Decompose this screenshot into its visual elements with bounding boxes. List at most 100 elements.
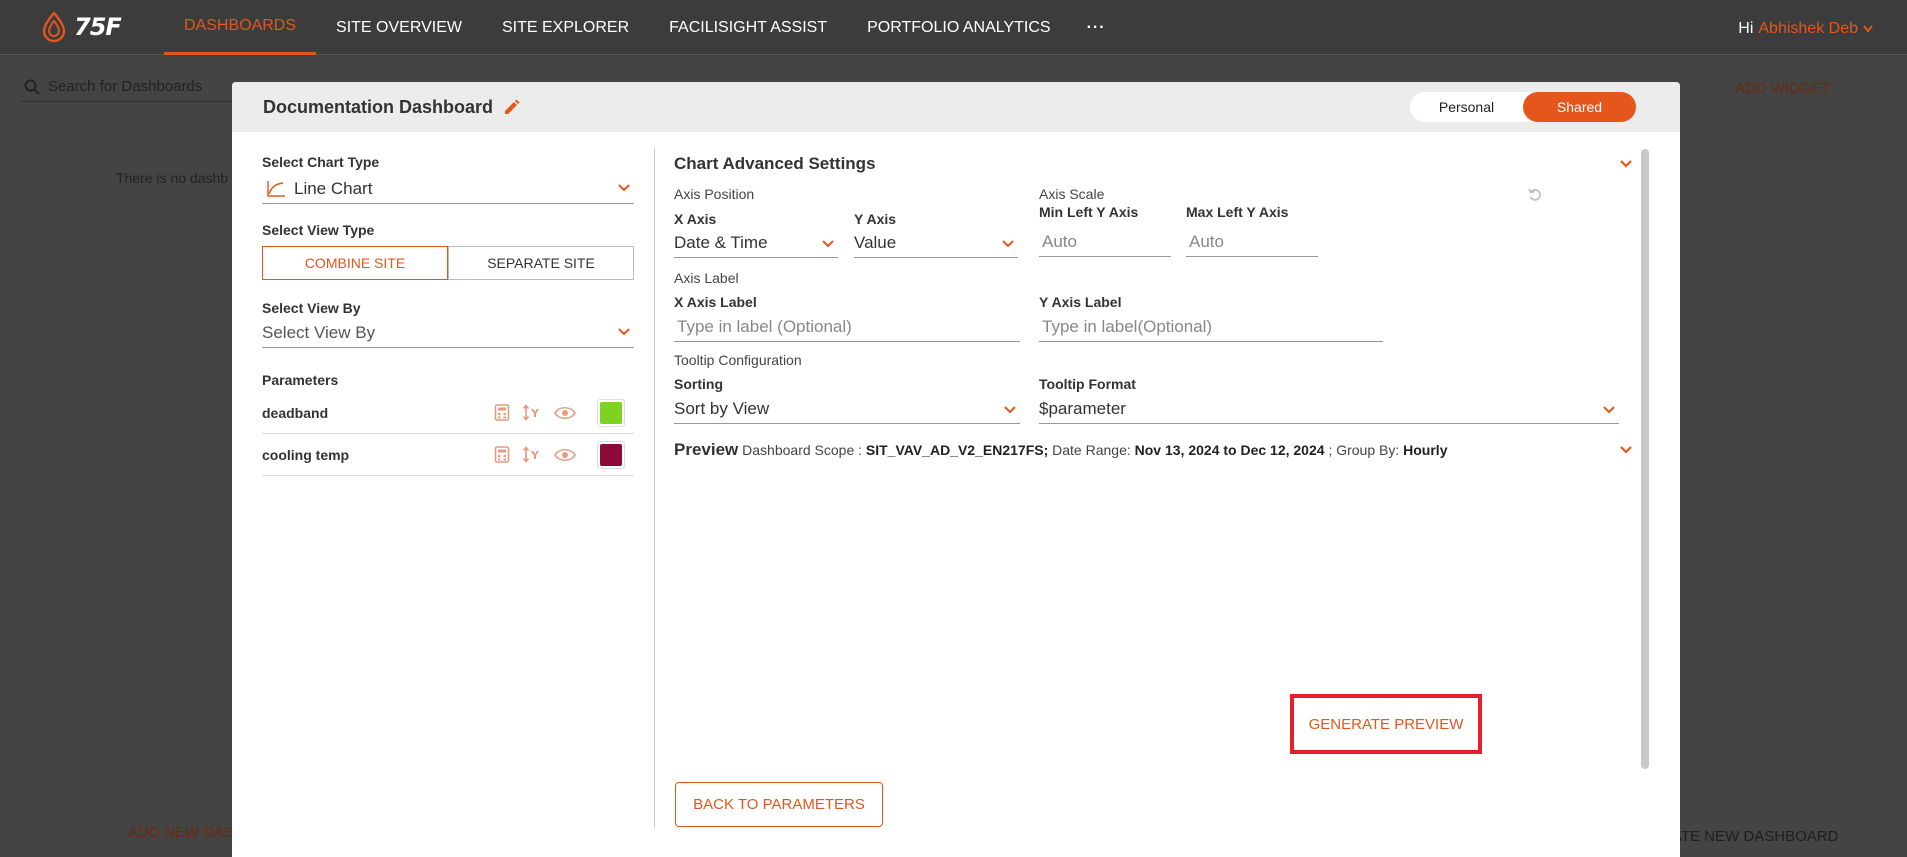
- preview-separator: ;: [1328, 442, 1333, 458]
- max-left-y-label: Max Left Y Axis: [1186, 204, 1289, 220]
- parameter-row: cooling temp Y: [262, 434, 634, 476]
- bg-search-placeholder: Search for Dashboards: [48, 78, 203, 95]
- nav-more-icon[interactable]: ···: [1071, 0, 1122, 55]
- chart-type-label: Select Chart Type: [262, 154, 380, 170]
- nav-portfolio-analytics[interactable]: PORTFOLIO ANALYTICS: [847, 0, 1070, 55]
- nav-menu: DASHBOARDS SITE OVERVIEW SITE EXPLORER F…: [164, 0, 1122, 55]
- user-menu[interactable]: Hi Abhishek Deb: [1738, 20, 1873, 38]
- y-axis-label: Y Axis: [854, 211, 897, 227]
- chevron-down-icon: [618, 328, 630, 336]
- x-axis-label: X Axis: [674, 211, 717, 227]
- svg-text:Y: Y: [530, 407, 540, 420]
- chevron-down-icon: [1004, 406, 1016, 414]
- y-axis-swap-icon[interactable]: Y: [522, 446, 542, 463]
- personal-shared-toggle: Personal Shared: [1410, 92, 1636, 122]
- nav-site-explorer[interactable]: SITE EXPLORER: [482, 0, 649, 55]
- bg-empty-text: There is no dashb: [116, 170, 229, 186]
- modal-header: Documentation Dashboard Personal Shared: [232, 82, 1680, 132]
- bg-add-new: ADD NEW DAS: [128, 824, 234, 841]
- edit-pencil-icon[interactable]: [503, 98, 521, 116]
- preview-range-label: Date Range:: [1052, 442, 1131, 458]
- tooltip-section: Tooltip Configuration: [674, 352, 802, 368]
- calculator-icon[interactable]: [494, 404, 510, 421]
- color-swatch[interactable]: [597, 441, 625, 469]
- generate-preview-button[interactable]: GENERATE PREVIEW: [1290, 694, 1482, 754]
- collapse-chevron-icon[interactable]: [1620, 160, 1632, 168]
- eye-icon[interactable]: [554, 448, 576, 462]
- x-axis-label-input[interactable]: Type in label (Optional): [674, 312, 1020, 342]
- x-axis-value: Date & Time: [674, 232, 768, 252]
- min-left-y-input[interactable]: Auto: [1039, 227, 1171, 257]
- chevron-down-icon: [1863, 25, 1873, 33]
- preview-scope-value: SIT_VAV_AD_V2_EN217FS;: [865, 442, 1049, 458]
- nav-dashboards[interactable]: DASHBOARDS: [164, 0, 317, 55]
- max-left-y-placeholder: Auto: [1189, 231, 1224, 251]
- bg-create-new: ATE NEW DASHBOARD: [1672, 828, 1839, 845]
- logo-icon: [42, 11, 66, 43]
- user-name: Abhishek Deb: [1758, 20, 1858, 37]
- chevron-down-icon: [618, 184, 630, 192]
- greeting: Hi: [1738, 20, 1754, 37]
- chart-type-select[interactable]: Line Chart: [262, 174, 634, 204]
- chevron-down-icon: [1603, 406, 1615, 414]
- chevron-down-icon: [1002, 240, 1014, 248]
- panel-divider: [654, 148, 655, 828]
- max-left-y-input[interactable]: Auto: [1186, 227, 1318, 257]
- y-axis-label-placeholder: Type in label(Optional): [1042, 316, 1213, 336]
- y-axis-label-input[interactable]: Type in label(Optional): [1039, 312, 1383, 342]
- svg-text:Y: Y: [530, 449, 540, 462]
- logo-text: 75F: [74, 13, 122, 41]
- calculator-icon[interactable]: [494, 446, 510, 463]
- advanced-settings-panel: Chart Advanced Settings Axis Position X …: [674, 150, 1634, 850]
- nav-facilisight-assist[interactable]: FACILISIGHT ASSIST: [649, 0, 847, 55]
- view-by-placeholder: Select View By: [262, 322, 376, 342]
- combine-site-button[interactable]: COMBINE SITE: [262, 246, 448, 280]
- y-axis-label-label: Y Axis Label: [1039, 294, 1122, 310]
- y-axis-select[interactable]: Value: [854, 228, 1018, 258]
- preview-scope-label: Dashboard Scope :: [742, 442, 863, 458]
- x-axis-select[interactable]: Date & Time: [674, 228, 838, 258]
- sorting-label: Sorting: [674, 376, 723, 392]
- top-nav: 75F DASHBOARDS SITE OVERVIEW SITE EXPLOR…: [0, 0, 1907, 55]
- parameter-actions: Y: [494, 404, 576, 421]
- color-swatch[interactable]: [597, 399, 625, 427]
- advanced-settings-title: Chart Advanced Settings: [674, 154, 876, 173]
- nav-site-overview[interactable]: SITE OVERVIEW: [316, 0, 482, 55]
- view-by-label: Select View By: [262, 300, 361, 316]
- chart-type-value: Line Chart: [294, 178, 373, 198]
- axis-position-label: Axis Position: [674, 186, 755, 202]
- x-axis-label-label: X Axis Label: [674, 294, 757, 310]
- toggle-personal[interactable]: Personal: [1410, 92, 1523, 122]
- y-axis-swap-icon[interactable]: Y: [522, 404, 542, 421]
- sorting-select[interactable]: Sort by View: [674, 394, 1020, 424]
- view-type-group: COMBINE SITE SEPARATE SITE: [262, 246, 634, 280]
- y-axis-value: Value: [854, 232, 897, 252]
- parameter-name: deadband: [262, 404, 329, 421]
- chevron-down-icon: [822, 240, 834, 248]
- view-by-select[interactable]: Select View By: [262, 318, 634, 348]
- axis-label-section: Axis Label: [674, 270, 739, 286]
- modal-title: Documentation Dashboard: [263, 96, 494, 117]
- sorting-value: Sort by View: [674, 398, 770, 418]
- parameter-row: deadband Y: [262, 392, 634, 434]
- view-type-label: Select View Type: [262, 222, 375, 238]
- preview-group-value: Hourly: [1403, 442, 1448, 458]
- tooltip-format-select[interactable]: $parameter: [1039, 394, 1619, 424]
- parameter-actions: Y: [494, 446, 576, 463]
- scrollbar[interactable]: [1641, 149, 1649, 769]
- separate-site-button[interactable]: SEPARATE SITE: [448, 246, 634, 280]
- preview-chevron-icon[interactable]: [1620, 446, 1632, 454]
- bg-add-widget: ADD WIDGET: [1735, 80, 1831, 97]
- min-left-y-placeholder: Auto: [1042, 231, 1077, 251]
- reset-icon[interactable]: [1528, 188, 1542, 202]
- x-axis-label-placeholder: Type in label (Optional): [677, 316, 852, 336]
- preview-title: Preview: [674, 440, 739, 459]
- back-to-parameters-button[interactable]: BACK TO PARAMETERS: [675, 782, 883, 827]
- tooltip-format-value: $parameter: [1039, 398, 1126, 418]
- eye-icon[interactable]: [554, 406, 576, 420]
- toggle-shared[interactable]: Shared: [1523, 92, 1636, 122]
- logo[interactable]: 75F: [40, 11, 122, 43]
- color-swatch-fill: [600, 402, 622, 424]
- min-left-y-label: Min Left Y Axis: [1039, 204, 1139, 220]
- color-swatch-fill: [600, 444, 622, 466]
